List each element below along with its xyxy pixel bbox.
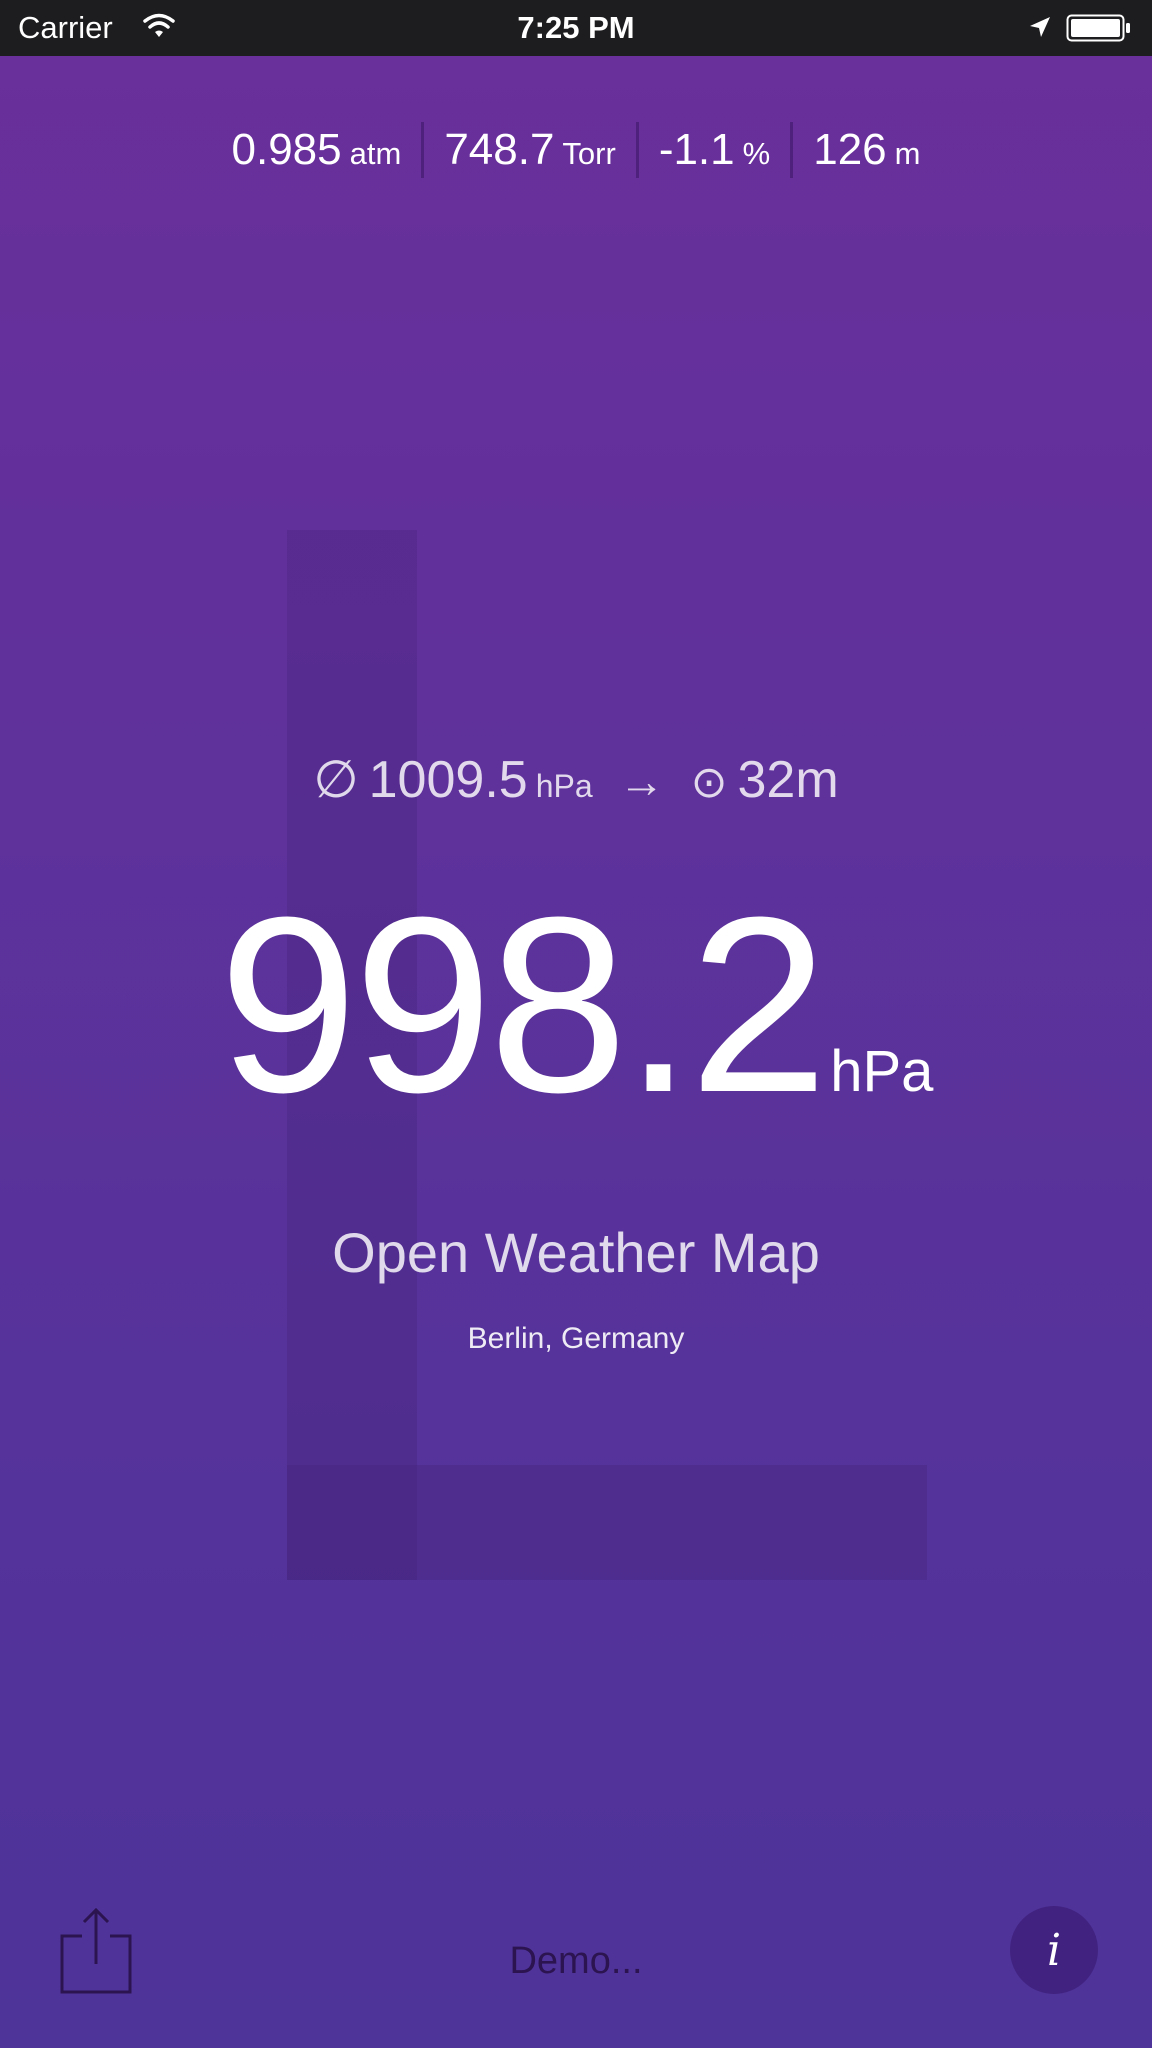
- metric-unit: atm: [349, 136, 402, 171]
- metric-value: 748.7: [444, 125, 555, 174]
- average-pressure-row: ∅ 1009.5 hPa → ⊙ 32m: [0, 750, 1152, 810]
- info-button[interactable]: i: [1010, 1906, 1098, 1994]
- metric-atm: 0.985 atm: [212, 125, 422, 175]
- metric-percent: -1.1 %: [639, 125, 790, 175]
- pressure-value: 998.2: [218, 865, 829, 1144]
- app-screen: Carrier 7:25 PM 0.985 atm 748.7 Torr -1.…: [0, 0, 1152, 2048]
- metric-torr: 748.7 Torr: [424, 125, 636, 175]
- demo-label: Demo...: [509, 1940, 643, 1982]
- metric-divider: [790, 122, 794, 178]
- average-icon: ∅: [313, 751, 359, 809]
- data-source-label: Open Weather Map: [332, 1221, 820, 1284]
- metric-unit: Torr: [562, 136, 616, 171]
- status-time: 7:25 PM: [517, 10, 635, 45]
- metric-unit: m: [894, 136, 921, 171]
- info-icon: i: [1046, 1924, 1062, 1976]
- metric-unit: %: [742, 136, 771, 171]
- average-value: 1009.5: [368, 751, 528, 809]
- average-unit: hPa: [535, 768, 593, 804]
- pressure-unit: hPa: [830, 1039, 934, 1104]
- metric-value: 0.985: [231, 125, 342, 174]
- metric-divider: [635, 122, 639, 178]
- metric-divider: [421, 122, 425, 178]
- metric-altitude: 126 m: [793, 125, 940, 175]
- status-bar: Carrier 7:25 PM: [0, 0, 1152, 56]
- target-icon: ⊙: [690, 758, 728, 807]
- location-arrow-icon: [1030, 17, 1050, 37]
- pressure-reading: 998.2 hPa: [0, 880, 1152, 1130]
- distance-value: 32m: [737, 751, 839, 809]
- battery-icon: [1066, 14, 1130, 42]
- metric-value: -1.1: [658, 125, 735, 174]
- metric-value: 126: [813, 125, 887, 174]
- arrow-right-icon: →: [618, 755, 665, 807]
- location-label: Berlin, Germany: [467, 1322, 685, 1355]
- metrics-bar: 0.985 atm 748.7 Torr -1.1 % 126 m: [0, 122, 1152, 178]
